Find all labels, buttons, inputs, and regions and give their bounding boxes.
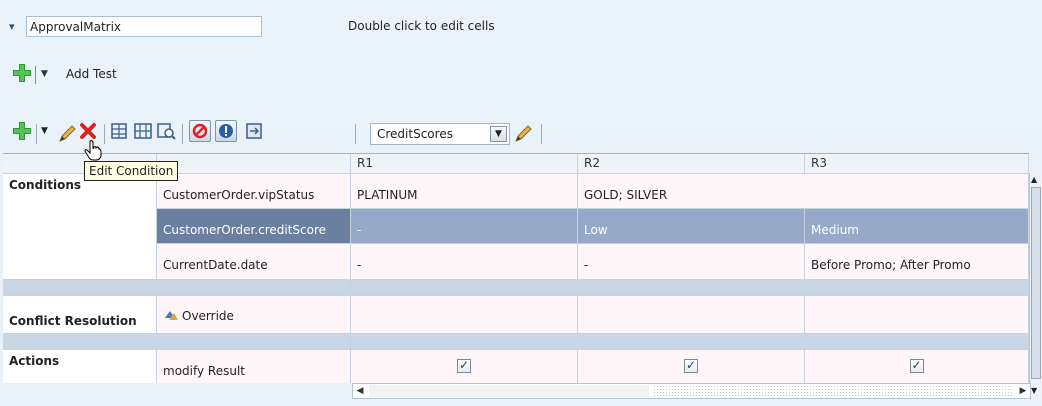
rule-name-input[interactable] — [26, 16, 262, 37]
action-cell-r2[interactable] — [578, 350, 805, 383]
add-test-label[interactable]: Add Test — [66, 67, 117, 81]
hand-cursor-icon — [84, 139, 102, 164]
tooltip: Edit Condition — [84, 161, 179, 181]
action-cell-r1[interactable] — [351, 350, 578, 383]
conditions-label: Conditions — [3, 174, 157, 280]
divider — [182, 124, 183, 144]
override-icon — [163, 308, 179, 325]
edit-bucketset-pencil-icon[interactable] — [513, 122, 535, 144]
horizontal-scrollbar[interactable]: ◀ ▶ — [352, 383, 1031, 399]
scroll-down-icon[interactable]: ▼ — [1031, 386, 1037, 395]
vertical-scrollbar[interactable]: ▲ ▼ — [1029, 173, 1042, 399]
action-cell-r3[interactable] — [805, 350, 1029, 383]
condition-name-date[interactable]: CurrentDate.date — [157, 244, 351, 280]
horizontal-scroll-thumb[interactable] — [369, 385, 649, 397]
cell-r1-date[interactable]: - — [351, 244, 578, 280]
rule-header: ▾ Double click to edit cells ▼ Add Test — [0, 0, 1042, 130]
decision-table-toolbar: ▼ — [0, 116, 1042, 150]
override-cell[interactable]: Override — [157, 296, 351, 334]
edit-pencil-icon[interactable] — [57, 122, 79, 144]
gap-check-icon[interactable] — [189, 120, 211, 142]
action-name[interactable]: modify Result — [157, 350, 351, 383]
section-separator — [351, 334, 1029, 350]
section-separator — [3, 280, 351, 296]
condition-name-creditscore[interactable]: CustomerOrder.creditScore — [157, 209, 351, 244]
conflict-resolution-label: Conflict Resolution — [3, 296, 157, 334]
divider — [355, 124, 356, 144]
collapse-chevron-icon[interactable]: ▾ — [9, 20, 15, 33]
divider — [541, 124, 542, 144]
cell-r1-creditscore[interactable]: - — [351, 209, 578, 244]
conflict-check-icon[interactable] — [215, 120, 237, 142]
bucketset-selected: CreditScores — [377, 127, 453, 141]
section-separator — [3, 334, 351, 350]
delete-x-icon[interactable] — [79, 122, 97, 140]
condition-name-vipstatus[interactable]: CustomerOrder.vipStatus — [157, 174, 351, 209]
conflict-cell-r3[interactable] — [805, 296, 1029, 334]
conflict-cell-r2[interactable] — [578, 296, 805, 334]
action-checkbox-r1[interactable] — [457, 358, 471, 373]
cell-r3-date[interactable]: Before Promo; After Promo — [805, 244, 1029, 280]
cell-r2-creditscore[interactable]: Low — [578, 209, 805, 244]
split-table-icon[interactable] — [110, 122, 128, 140]
horizontal-scroll-track[interactable] — [653, 385, 1013, 397]
divider — [36, 124, 37, 144]
column-header-r1[interactable]: R1 — [351, 154, 578, 174]
scroll-up-icon[interactable]: ▲ — [1031, 175, 1037, 184]
column-header-r2[interactable]: R2 — [578, 154, 805, 174]
scroll-right-icon[interactable]: ▶ — [1017, 385, 1029, 397]
actions-label: Actions — [3, 350, 157, 383]
cell-r2-r3-vipstatus[interactable]: GOLD; SILVER — [578, 174, 1029, 209]
add-test-dropdown-icon[interactable]: ▼ — [41, 69, 48, 79]
vertical-scroll-thumb[interactable] — [1031, 187, 1041, 379]
chevron-down-icon[interactable]: ▼ — [490, 126, 507, 142]
action-checkbox-r3[interactable] — [909, 358, 924, 373]
add-plus-icon[interactable] — [13, 122, 31, 140]
merge-table-icon[interactable] — [133, 122, 153, 140]
edit-hint: Double click to edit cells — [348, 19, 495, 33]
bottom-strip — [0, 399, 1042, 406]
find-table-icon[interactable] — [156, 122, 176, 140]
cell-r2-date[interactable]: - — [578, 244, 805, 280]
column-header-r3[interactable]: R3 — [805, 154, 1029, 174]
bucketset-dropdown[interactable]: CreditScores ▼ — [370, 123, 510, 145]
divider — [104, 124, 105, 144]
decision-table: R1 R2 R3 Conditions CustomerOrder.vipSta… — [3, 153, 1029, 383]
conflict-cell-r1[interactable] — [351, 296, 578, 334]
override-label: Override — [182, 309, 234, 323]
header-blank — [157, 154, 351, 174]
cell-r3-creditscore[interactable]: Medium — [805, 209, 1029, 244]
scroll-left-icon[interactable]: ◀ — [354, 385, 366, 397]
divider — [35, 66, 36, 84]
action-checkbox-r2[interactable] — [684, 358, 698, 373]
add-dropdown-icon[interactable]: ▼ — [41, 126, 48, 136]
compact-table-icon[interactable] — [245, 122, 263, 140]
add-test-plus-icon[interactable] — [13, 64, 31, 85]
cell-r1-vipstatus[interactable]: PLATINUM — [351, 174, 578, 209]
section-separator — [351, 280, 1029, 296]
